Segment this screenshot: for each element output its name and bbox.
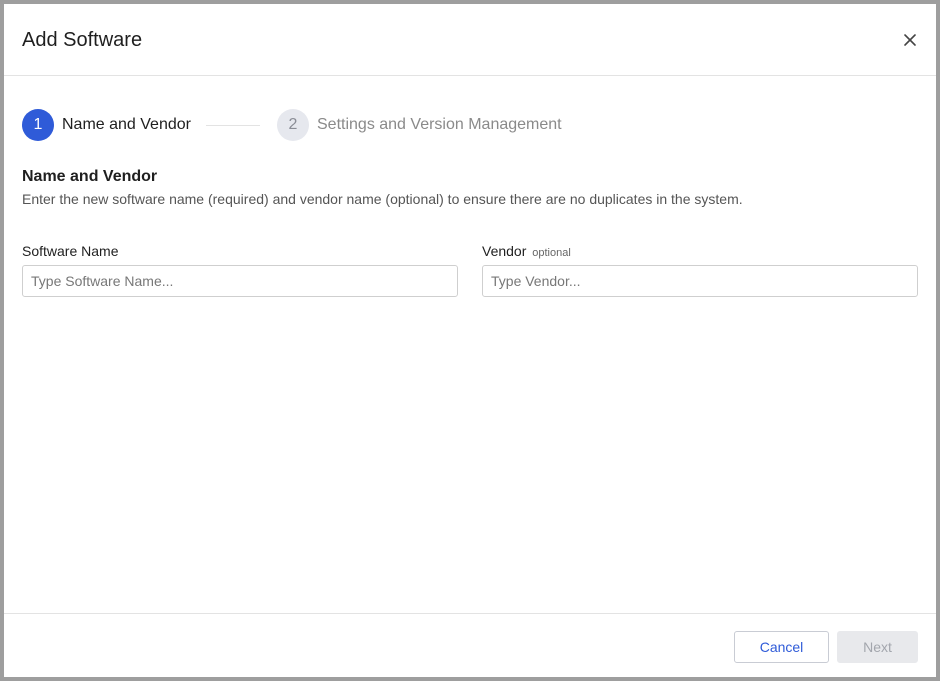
step-label: Settings and Version Management xyxy=(317,116,562,133)
step-label: Name and Vendor xyxy=(62,116,191,133)
vendor-label-text: Vendor xyxy=(482,243,527,259)
next-button[interactable]: Next xyxy=(837,631,918,663)
step-number-badge: 2 xyxy=(277,109,309,141)
step-name-and-vendor: 1 Name and Vendor xyxy=(22,109,191,141)
optional-tag: optional xyxy=(532,247,571,259)
section-description: Enter the new software name (required) a… xyxy=(22,191,743,207)
close-button[interactable] xyxy=(898,28,922,52)
software-name-label: Software Name xyxy=(22,243,118,259)
section-title: Name and Vendor xyxy=(22,168,158,185)
software-name-input[interactable] xyxy=(22,265,458,297)
cancel-button[interactable]: Cancel xyxy=(734,631,829,663)
step-settings-and-version: 2 Settings and Version Management xyxy=(277,109,562,141)
software-name-label-text: Software Name xyxy=(22,243,119,259)
add-software-dialog: Add Software 1 Name and Vendor 2 Setting… xyxy=(4,4,936,677)
vendor-label: Vendor optional xyxy=(482,243,571,259)
stepper: 1 Name and Vendor 2 Settings and Version… xyxy=(22,109,722,141)
dialog-title: Add Software xyxy=(22,29,143,51)
step-connector xyxy=(206,125,260,126)
close-icon xyxy=(904,34,916,46)
dialog-footer: Cancel Next xyxy=(4,613,936,677)
vendor-input[interactable] xyxy=(482,265,918,297)
dialog-header: Add Software xyxy=(4,4,936,76)
step-number-badge: 1 xyxy=(22,109,54,141)
